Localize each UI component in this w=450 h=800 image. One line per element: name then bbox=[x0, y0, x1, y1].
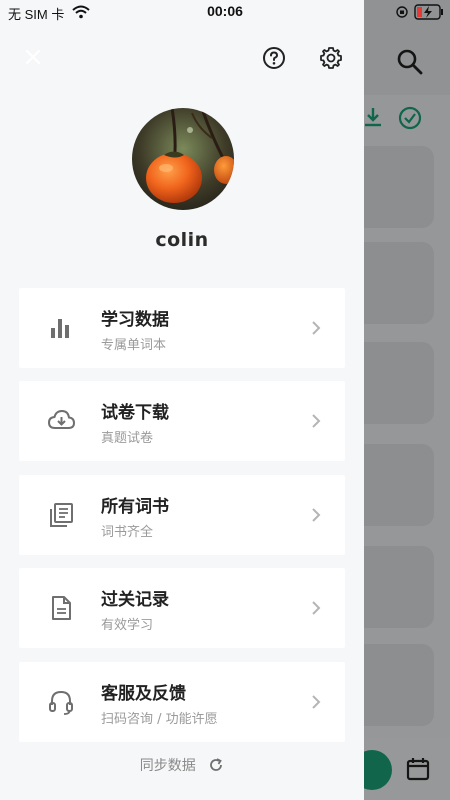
refresh-icon bbox=[210, 758, 223, 771]
menu-item-study-data[interactable]: 学习数据 专属单词本 bbox=[19, 288, 345, 368]
bar-chart-icon bbox=[51, 319, 69, 338]
document-icon bbox=[52, 596, 71, 620]
menu-item-title: 客服及反馈 bbox=[101, 684, 186, 704]
menu-item-title: 学习数据 bbox=[101, 310, 169, 330]
headset-icon bbox=[49, 690, 73, 715]
cloud-download-icon bbox=[47, 409, 75, 429]
menu-item-title: 过关记录 bbox=[101, 590, 169, 610]
username: colin bbox=[155, 229, 209, 251]
status-bar: 无 SIM 卡 00:06 bbox=[0, 0, 450, 26]
menu-item-title: 所有词书 bbox=[101, 497, 169, 517]
clock: 00:06 bbox=[207, 3, 243, 19]
menu-item-subtitle: 真题试卷 bbox=[101, 431, 154, 446]
chevron-right-icon bbox=[312, 601, 321, 615]
chevron-right-icon bbox=[312, 321, 321, 335]
battery-charging-icon bbox=[414, 4, 443, 20]
menu-item-level-records[interactable]: 过关记录 有效学习 bbox=[19, 568, 345, 648]
side-drawer: colin 学习数据 专属单词本 试卷下载 真题试卷 所有词书 词书齐全 过关记… bbox=[0, 0, 364, 800]
avatar[interactable] bbox=[132, 108, 234, 210]
menu-item-subtitle: 有效学习 bbox=[101, 618, 154, 633]
menu-item-paper-download[interactable]: 试卷下载 真题试卷 bbox=[19, 381, 345, 461]
sync-data-button[interactable]: 同步数据 bbox=[0, 755, 364, 775]
sync-data-label: 同步数据 bbox=[139, 758, 196, 774]
menu-item-subtitle: 专属单词本 bbox=[101, 338, 167, 353]
menu-item-title: 试卷下载 bbox=[101, 403, 169, 423]
chevron-right-icon bbox=[312, 695, 321, 709]
chevron-right-icon bbox=[312, 508, 321, 522]
menu-item-support-feedback[interactable]: 客服及反馈 扫码咨询 / 功能许愿 bbox=[19, 662, 345, 742]
library-books-icon bbox=[50, 503, 73, 527]
chevron-right-icon bbox=[312, 414, 321, 428]
menu-item-subtitle: 词书齐全 bbox=[101, 525, 154, 540]
menu-item-all-wordbooks[interactable]: 所有词书 词书齐全 bbox=[19, 475, 345, 555]
avatar-image bbox=[132, 108, 234, 210]
close-icon[interactable] bbox=[20, 44, 46, 70]
orientation-lock-icon bbox=[396, 6, 408, 18]
menu-item-subtitle: 扫码咨询 / 功能许愿 bbox=[101, 712, 218, 727]
help-icon[interactable] bbox=[262, 46, 286, 70]
gear-icon[interactable] bbox=[319, 46, 343, 70]
